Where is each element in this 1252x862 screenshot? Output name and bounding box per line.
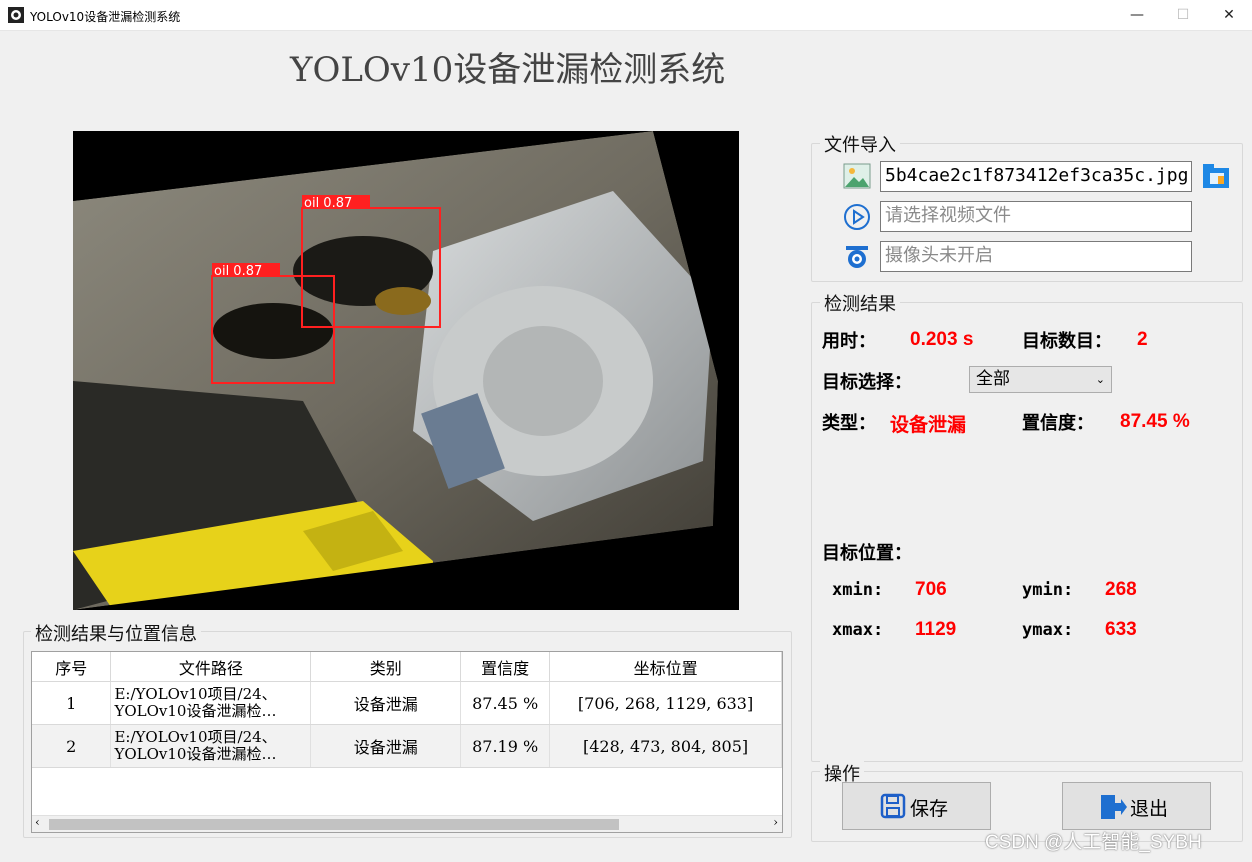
image-file-field[interactable]: 5b4cae2c1f873412ef3ca35c.jpg [880,161,1192,192]
scrollbar-thumb[interactable] [49,819,619,830]
time-label: 用时： [822,331,876,352]
count-value: 2 [1137,329,1148,350]
detection-label: oil 0.87 [214,264,262,279]
cell-coords: [428, 473, 804, 805] [549,724,782,768]
save-label: 保存 [910,798,949,820]
cell-coords: [706, 268, 1129, 633] [549,681,782,725]
cell-confidence: 87.19 % [460,724,551,768]
xmax-value: 1129 [915,619,957,640]
position-label: 目标位置： [822,543,912,564]
detection-result-title: 检测结果 [820,290,900,316]
column-header-coords[interactable]: 坐标位置 [549,652,782,682]
app-icon [8,7,24,23]
page-title: YOLOv10设备泄漏检测系统 [290,50,726,90]
type-label: 类型： [822,413,876,434]
chevron-down-icon: ⌄ [1095,373,1105,386]
file-import-title: 文件导入 [820,131,900,157]
column-header-class[interactable]: 类别 [310,652,462,682]
camera-field[interactable]: 摄像头未开启 [880,241,1192,272]
results-table: 序号 文件路径 类别 置信度 坐标位置 1 E:/YOLOv10项目/24、 Y… [31,651,783,833]
confidence-label: 置信度： [1022,413,1094,434]
detection-label: oil 0.87 [304,196,352,211]
watermark: CSDN @人工智能_SYBH [985,832,1202,853]
detection-image-frame: oil 0.87 oil 0.87 [73,131,739,610]
save-icon [880,793,906,819]
exit-button[interactable]: 退出 [1062,782,1211,830]
count-label: 目标数目： [1022,331,1112,352]
cell-index: 1 [32,681,112,725]
column-header-index[interactable]: 序号 [32,652,112,682]
path-line: YOLOv10设备泄漏检… [114,745,277,763]
video-play-icon[interactable] [843,203,871,231]
column-header-path[interactable]: 文件路径 [110,652,312,682]
detection-image: oil 0.87 oil 0.87 [73,131,739,610]
window-title: YOLOv10设备泄漏检测系统 [30,10,181,24]
horizontal-scrollbar[interactable]: ‹ › [32,815,782,832]
cell-confidence: 87.45 % [460,681,551,725]
camera-icon[interactable] [843,243,871,271]
exit-label: 退出 [1130,798,1169,820]
column-header-confidence[interactable]: 置信度 [460,652,551,682]
time-value: 0.203 s [910,329,974,350]
xmin-value: 706 [915,579,947,600]
target-select-value: 全部 [976,369,1010,389]
target-select-label: 目标选择： [822,372,912,393]
ymin-value: 268 [1105,579,1137,600]
image-file-icon[interactable] [843,163,871,189]
cell-class: 设备泄漏 [310,681,462,725]
save-button[interactable]: 保存 [842,782,991,830]
target-select-dropdown[interactable]: 全部 ⌄ [969,366,1112,393]
ymax-value: 633 [1105,619,1137,640]
ymax-label: ymax: [1022,620,1074,640]
cell-index: 2 [32,724,112,768]
cell-path: E:/YOLOv10项目/24、 YOLOv10设备泄漏检… [110,724,312,768]
table-row[interactable]: 2 E:/YOLOv10项目/24、 YOLOv10设备泄漏检… 设备泄漏 87… [32,724,782,768]
ymin-label: ymin: [1022,580,1074,600]
cell-path: E:/YOLOv10项目/24、 YOLOv10设备泄漏检… [110,681,312,725]
confidence-value: 87.45 % [1120,411,1190,432]
path-line: E:/YOLOv10项目/24、 [114,685,277,703]
window-titlebar: YOLOv10设备泄漏检测系统 — ☐ ✕ [0,0,1252,31]
path-line: E:/YOLOv10项目/24、 [114,728,277,746]
path-line: YOLOv10设备泄漏检… [114,702,277,720]
maximize-button[interactable]: ☐ [1160,0,1206,30]
folder-open-icon[interactable] [1201,162,1231,190]
xmin-label: xmin: [832,580,884,600]
exit-door-icon [1101,795,1127,819]
video-file-field[interactable]: 请选择视频文件 [880,201,1192,232]
scroll-right-icon[interactable]: › [773,815,778,829]
scroll-left-icon[interactable]: ‹ [35,815,40,829]
minimize-button[interactable]: — [1114,0,1160,30]
results-table-title: 检测结果与位置信息 [31,620,201,646]
cell-class: 设备泄漏 [310,724,462,768]
table-row[interactable]: 1 E:/YOLOv10项目/24、 YOLOv10设备泄漏检… 设备泄漏 87… [32,681,782,725]
close-button[interactable]: ✕ [1206,0,1252,30]
type-value: 设备泄漏 [890,415,967,436]
xmax-label: xmax: [832,620,884,640]
